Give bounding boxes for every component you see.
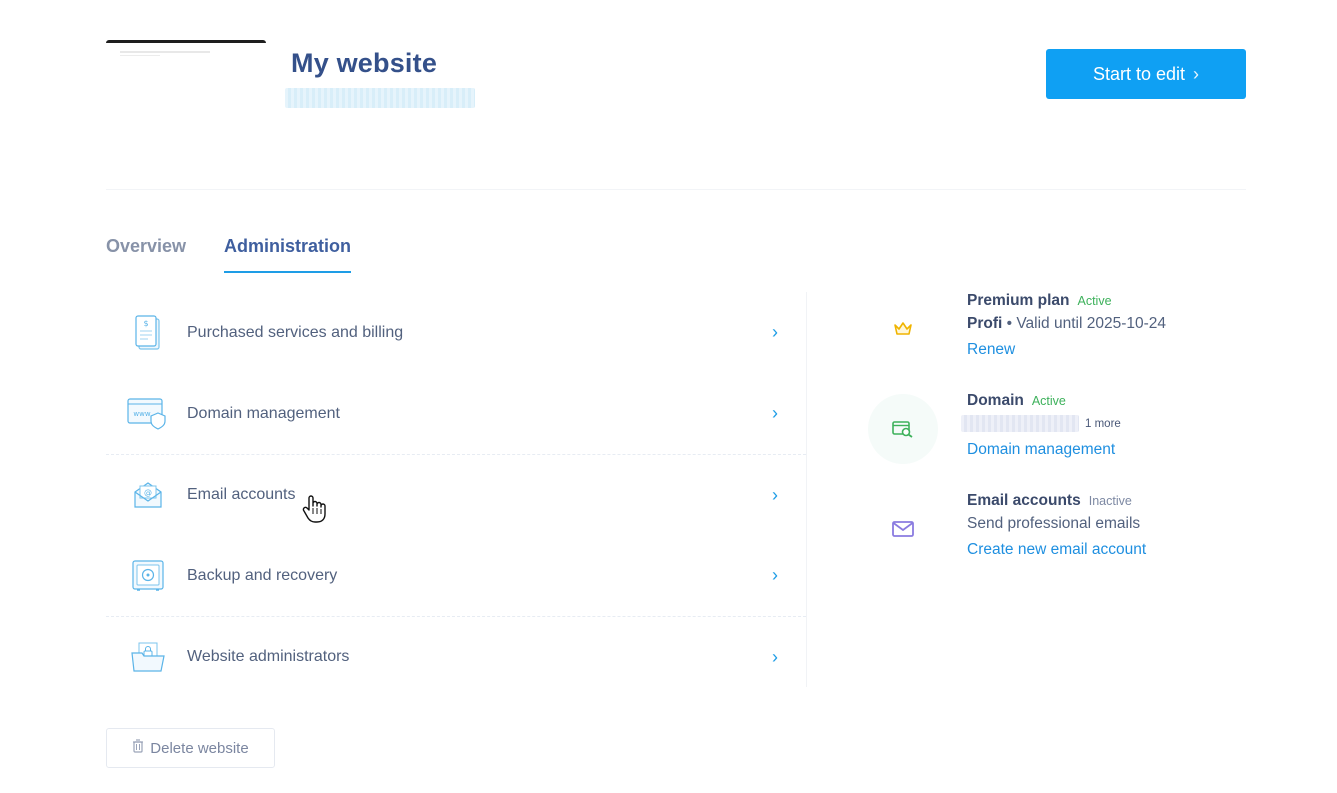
email-accounts-description: Send professional emails (967, 515, 1141, 532)
domain-name: 1 more (961, 415, 1121, 433)
domain-management-link[interactable]: Domain management (967, 441, 1115, 459)
create-email-account-link[interactable]: Create new email account (967, 541, 1146, 559)
svg-text:@: @ (144, 488, 152, 497)
administration-menu: $ Purchased services and billing › www D… (106, 292, 806, 697)
envelope-at-icon: @ (126, 473, 170, 517)
folder-lock-icon (126, 635, 170, 679)
hand-pointer-cursor-icon (302, 494, 328, 529)
plan-valid-until: • Valid until 2025-10-24 (1002, 315, 1167, 332)
premium-plan-title: Premium plan Active (967, 292, 1112, 309)
safe-icon (126, 554, 170, 598)
menu-divider (806, 292, 807, 687)
plan-validity: Profi • Valid until 2025-10-24 (967, 315, 1166, 333)
chevron-right-icon: › (1193, 63, 1200, 84)
chevron-right-icon: › (772, 646, 778, 667)
delete-website-label: Delete website (150, 739, 249, 757)
email-accounts-card: Email accounts Inactive Send professional… (868, 492, 1248, 572)
premium-plan-card: Premium plan Active Profi • Valid until 2… (868, 292, 1248, 372)
menu-item-website-administrators[interactable]: Website administrators › (106, 616, 806, 697)
www-shield-icon: www (126, 392, 170, 436)
tab-administration[interactable]: Administration (224, 236, 352, 273)
menu-item-label: Backup and recovery (187, 566, 338, 584)
menu-item-label: Email accounts (187, 486, 296, 503)
email-accounts-title: Email accounts Inactive (967, 492, 1132, 509)
chevron-right-icon: › (772, 565, 778, 585)
chevron-right-icon: › (772, 484, 778, 505)
status-badge: Active (1031, 394, 1066, 408)
trash-icon (132, 739, 144, 757)
status-badge: Active (1077, 294, 1112, 308)
start-to-edit-button[interactable]: Start to edit › (1046, 49, 1246, 99)
plan-name: Profi (967, 315, 1003, 332)
menu-item-email-accounts[interactable]: @ Email accounts › (106, 454, 806, 535)
section-divider (106, 189, 1246, 190)
menu-item-label: Domain management (187, 404, 340, 422)
mail-icon (868, 494, 938, 564)
more-domains-count[interactable]: 1 more (1085, 418, 1121, 430)
site-url-redacted (285, 88, 475, 108)
start-to-edit-label: Start to edit (1092, 63, 1186, 84)
thumbnail-line (120, 51, 210, 53)
menu-item-label: Website administrators (187, 648, 350, 665)
domain-search-icon (868, 394, 938, 464)
menu-item-backup-recovery[interactable]: Backup and recovery › (106, 535, 806, 616)
domain-title: Domain Active (967, 392, 1066, 409)
delete-website-button[interactable]: Delete website (106, 728, 275, 768)
menu-item-label: Purchased services and billing (187, 323, 404, 341)
renew-link[interactable]: Renew (967, 341, 1015, 359)
svg-text:www: www (133, 410, 150, 418)
invoice-icon: $ (126, 311, 170, 355)
status-badge: Inactive (1088, 494, 1132, 508)
tab-overview[interactable]: Overview (106, 236, 186, 257)
chevron-right-icon: › (772, 403, 778, 423)
website-thumbnail[interactable] (106, 40, 266, 130)
menu-item-domain-management[interactable]: www Domain management › (106, 373, 806, 454)
domain-name-redacted (961, 415, 1079, 433)
page-title: My website (291, 48, 438, 78)
chevron-right-icon: › (772, 322, 778, 342)
menu-item-billing[interactable]: $ Purchased services and billing › (106, 292, 806, 373)
crown-icon (868, 294, 938, 364)
thumbnail-line (120, 55, 160, 56)
domain-card: Domain Active 1 more Domain management (868, 392, 1248, 472)
svg-text:$: $ (143, 319, 148, 328)
